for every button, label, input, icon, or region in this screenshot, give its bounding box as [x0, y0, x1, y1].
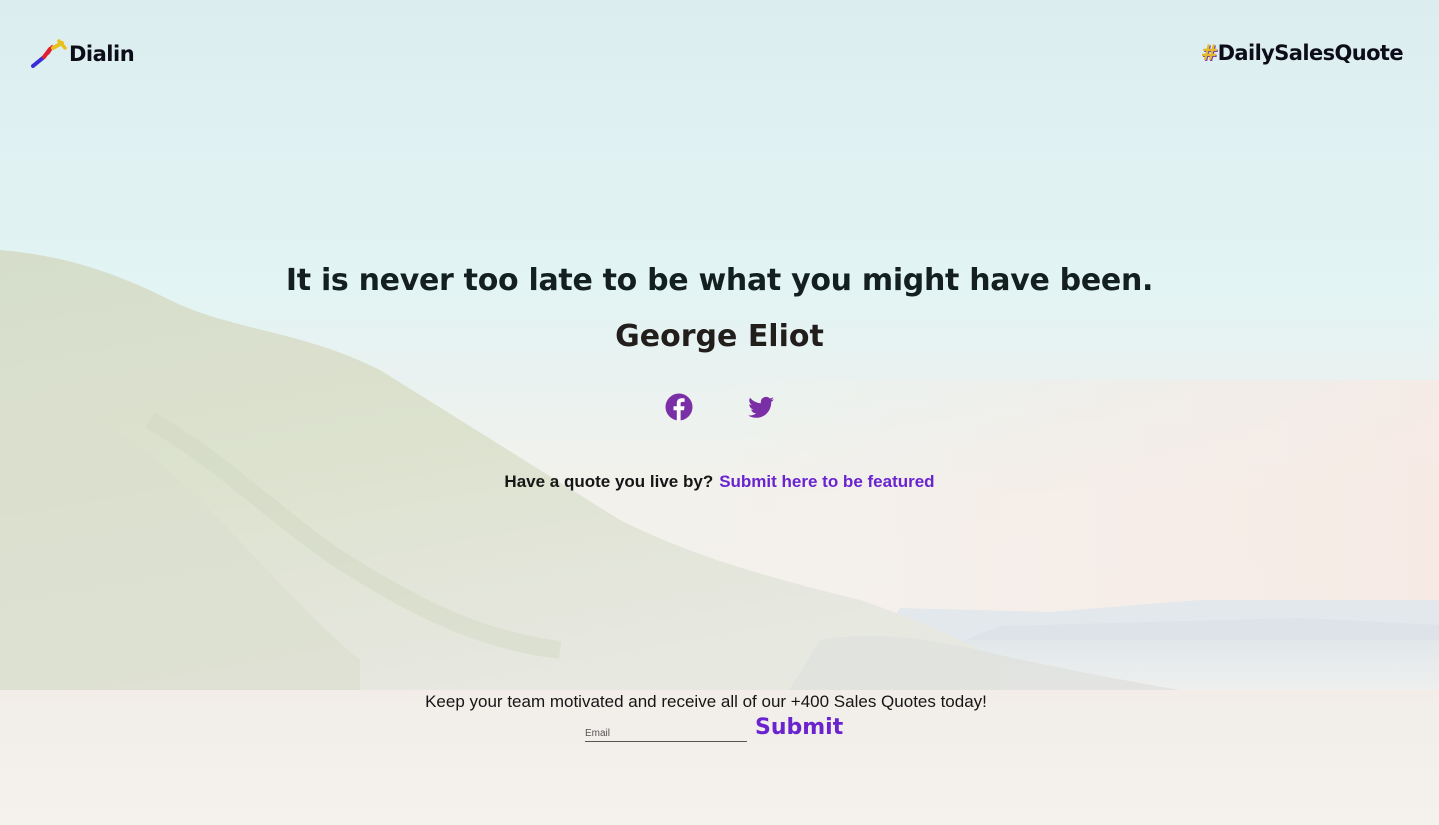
- twitter-share-button[interactable]: [746, 392, 776, 422]
- signup-form: Submit: [585, 715, 843, 742]
- brand-name: Dialin: [69, 42, 135, 66]
- cta-question: Have a quote you live by?: [504, 472, 714, 491]
- submit-button[interactable]: Submit: [755, 715, 843, 740]
- dialin-logo-mark-icon: [31, 39, 67, 68]
- hashtag-title: #DailySalesQuote: [1200, 41, 1404, 65]
- social-share: [0, 392, 1439, 422]
- dialin-logo[interactable]: Dialin: [31, 38, 135, 70]
- submit-quote-cta: Have a quote you live by? Submit here to …: [0, 472, 1439, 492]
- quote-author: George Eliot: [615, 319, 824, 354]
- facebook-share-button[interactable]: [664, 392, 694, 422]
- hashtag-text: DailySalesQuote: [1217, 41, 1404, 65]
- email-field[interactable]: [585, 716, 747, 742]
- quote-text: It is never too late to be what you migh…: [285, 263, 1154, 298]
- twitter-icon: [747, 396, 774, 418]
- hashtag-symbol: #: [1200, 41, 1219, 65]
- facebook-icon: [665, 393, 692, 421]
- submit-quote-link[interactable]: Submit here to be featured: [719, 472, 934, 491]
- signup-description: Keep your team motivated and receive all…: [425, 692, 987, 711]
